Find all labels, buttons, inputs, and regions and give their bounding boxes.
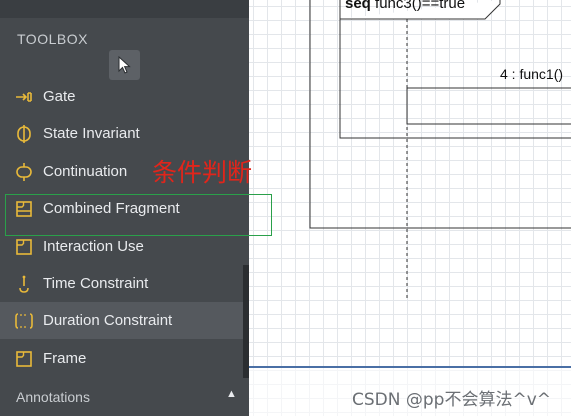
canvas-bottom-divider [249, 366, 571, 368]
outer-fragment-frame [309, 0, 571, 229]
fragment-keyword: seq [345, 0, 371, 12]
time-constraint-icon [14, 274, 34, 294]
toolbox-item-label: Interaction Use [43, 238, 144, 255]
continuation-icon [14, 162, 34, 182]
annotation-text: 条件判断 [152, 158, 253, 187]
toolbox-item-label: Duration Constraint [43, 312, 173, 329]
diagram-drawing [249, 0, 571, 416]
seq-fragment-label: seq func3()==true [345, 0, 465, 12]
annotations-label: Annotations [16, 389, 90, 405]
watermark: CSDN @pp不会算法^v^ [352, 390, 552, 410]
activation-bar [406, 88, 571, 125]
toolbox-item-frame[interactable]: Frame [0, 340, 243, 377]
pointer-tool-button[interactable] [109, 50, 140, 80]
toolbox-item-label: Continuation [43, 163, 128, 180]
toolbox-item-label: Frame [43, 350, 87, 367]
toolbox-item-label: State Invariant [43, 125, 140, 142]
message-label: 4 : func1() [500, 66, 564, 82]
gate-icon [14, 87, 34, 107]
toolbox-item-label: Time Constraint [43, 275, 149, 292]
diagram-canvas[interactable]: seq func3()==true 4 : func1() [249, 0, 571, 416]
toolbox-top-bar [0, 0, 249, 18]
highlight-box [5, 194, 272, 236]
toolbox-item-state-invariant[interactable]: State Invariant [0, 115, 243, 152]
toolbox-item-label: Gate [43, 88, 76, 105]
toolbox-title: TOOLBOX [17, 31, 88, 47]
state-invariant-icon [14, 124, 34, 144]
interaction-use-icon [14, 237, 34, 257]
toolbox-item-time-constraint[interactable]: Time Constraint [0, 265, 243, 302]
collapse-caret-icon[interactable]: ▲ [226, 388, 237, 400]
cursor-arrow-icon [118, 56, 131, 74]
frame-icon [14, 349, 34, 369]
toolbox-item-duration-constraint[interactable]: Duration Constraint [0, 302, 243, 339]
toolbox-item-gate[interactable]: Gate [0, 78, 243, 115]
annotations-section-header[interactable]: Annotations ▲ [0, 378, 249, 416]
duration-constraint-icon [14, 311, 34, 331]
fragment-guard: func3()==true [375, 0, 466, 12]
